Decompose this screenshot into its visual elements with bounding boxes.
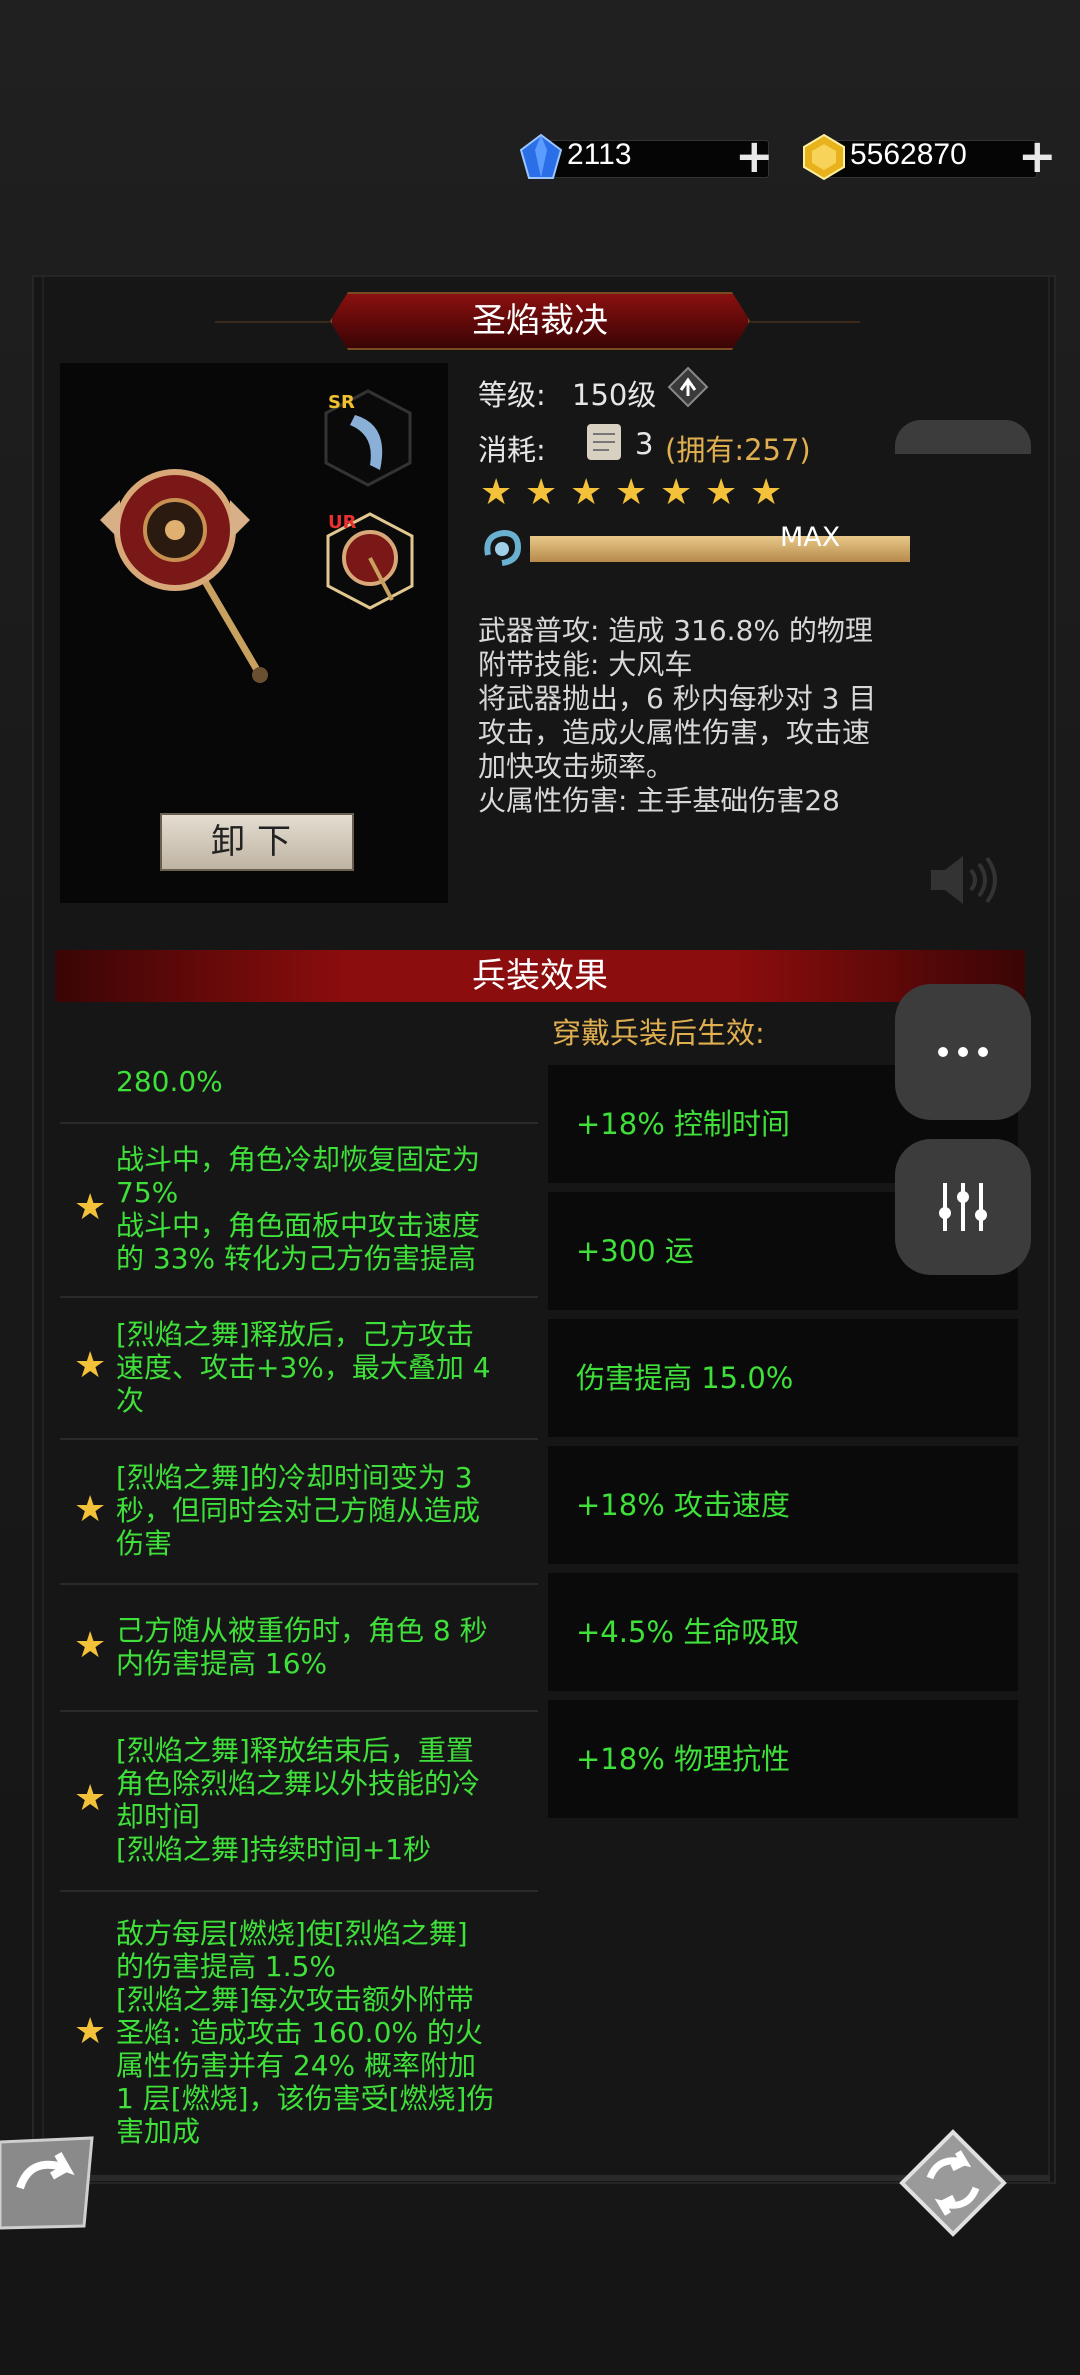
cost-count: 3 bbox=[635, 427, 654, 461]
star-icon: ★ bbox=[74, 1778, 107, 1819]
title-line-right bbox=[750, 321, 860, 323]
bonus-stat-text: +4.5% 生命吸取 bbox=[576, 1615, 800, 1649]
gold-value: 5562870 bbox=[850, 138, 967, 171]
star-icon: ★ bbox=[74, 1488, 107, 1530]
star-icon: ★ bbox=[570, 472, 603, 513]
star-icon: ★ bbox=[705, 472, 738, 513]
star-icon: ★ bbox=[660, 472, 693, 513]
level-label: 等级: bbox=[478, 378, 546, 412]
equalizer-icon bbox=[939, 1183, 987, 1231]
item-name: 圣焰裁决 bbox=[472, 301, 608, 341]
equalizer-button[interactable] bbox=[895, 1139, 1031, 1275]
add-gold-button[interactable]: + bbox=[1018, 133, 1057, 179]
effect-text: 敌方每层[燃烧]使[烈焰之舞] 的伤害提高 1.5% [烈焰之舞]每次攻击额外附… bbox=[116, 1917, 495, 2148]
bonus-stat-text: +300 运 bbox=[576, 1234, 694, 1268]
cost-label: 消耗: bbox=[478, 433, 546, 467]
level-value: 150级 bbox=[572, 378, 657, 412]
bonus-stat-text: 伤害提高 15.0% bbox=[576, 1361, 794, 1395]
volume-icon bbox=[931, 856, 997, 904]
weapon-image bbox=[100, 469, 268, 683]
bonus-stat-text: +18% 攻击速度 bbox=[576, 1488, 790, 1522]
bonus-stat: +18% 攻击速度 bbox=[548, 1446, 1018, 1564]
add-diamond-button[interactable]: + bbox=[735, 133, 774, 179]
item-title-banner: 圣焰裁决 bbox=[330, 292, 750, 350]
effect-row: [烈焰之舞]释放后，己方攻击 速度、攻击+3%，最大叠加 4 次 ★ bbox=[60, 1296, 538, 1440]
more-button[interactable] bbox=[895, 984, 1031, 1120]
gold-counter: 5562870 + bbox=[800, 132, 1080, 182]
effect-text: [烈焰之舞]释放结束后，重置 角色除烈焰之舞以外技能的冷 却时间 [烈焰之舞]持… bbox=[116, 1734, 481, 1866]
star-icon: ★ bbox=[525, 472, 558, 513]
star-icon: ★ bbox=[750, 472, 783, 513]
bonus-stat: 伤害提高 15.0% bbox=[548, 1319, 1018, 1437]
star-icon: ★ bbox=[74, 2010, 107, 2052]
star-icon: ★ bbox=[74, 1624, 107, 1666]
volume-level-fill bbox=[895, 420, 1031, 454]
unequip-button[interactable]: 卸下 bbox=[160, 813, 354, 871]
star-rating: ★ ★ ★ ★ ★ ★ ★ bbox=[480, 475, 786, 511]
diamond-value: 2113 bbox=[567, 138, 632, 171]
scroll-icon bbox=[587, 424, 621, 460]
gold-icon bbox=[803, 133, 845, 181]
star-icon: ★ bbox=[74, 1345, 107, 1386]
sr-label: SR bbox=[328, 392, 355, 413]
bonus-stat-text: +18% 物理抗性 bbox=[576, 1742, 790, 1776]
effects-banner: 兵装效果 bbox=[55, 950, 1025, 1002]
weapon-description: 武器普攻: 造成 316.8% 的物理 附带技能: 大风车 将武器抛出，6 秒内… bbox=[478, 614, 877, 817]
back-arrow-icon[interactable] bbox=[0, 2132, 100, 2232]
awaken-icon bbox=[484, 529, 522, 566]
level-up-icon[interactable] bbox=[667, 366, 709, 408]
wear-effect-label: 穿戴兵装后生效: bbox=[552, 1016, 765, 1050]
ur-label: UR bbox=[328, 512, 357, 533]
bonus-stat: +4.5% 生命吸取 bbox=[548, 1573, 1018, 1691]
swap-icon[interactable] bbox=[898, 2128, 1008, 2238]
effect-row: 己方随从被重伤时，角色 8 秒 内伤害提高 16% ★ bbox=[60, 1583, 538, 1712]
effect-row: 战斗中，角色冷却恢复固定为 75% 战斗中，角色面板中攻击速度 的 33% 转化… bbox=[60, 1122, 538, 1298]
level-progress-bar bbox=[530, 536, 910, 562]
effect-row: [烈焰之舞]的冷却时间变为 3 秒，但同时会对己方随从造成 伤害 ★ bbox=[60, 1438, 538, 1585]
effect-text: 280.0% bbox=[116, 1064, 223, 1098]
effect-text: [烈焰之舞]释放后，己方攻击 速度、攻击+3%，最大叠加 4 次 bbox=[116, 1317, 491, 1417]
cost-owned: (拥有:257) bbox=[665, 433, 811, 467]
effect-text: [烈焰之舞]的冷却时间变为 3 秒，但同时会对己方随从造成 伤害 bbox=[116, 1461, 481, 1560]
star-icon: ★ bbox=[615, 472, 648, 513]
effects-title: 兵装效果 bbox=[472, 956, 608, 996]
effect-text: 战斗中，角色冷却恢复固定为 75% 战斗中，角色面板中攻击速度 的 33% 转化… bbox=[116, 1143, 481, 1275]
max-label: MAX bbox=[780, 522, 841, 553]
effect-row: 敌方每层[燃烧]使[烈焰之舞] 的伤害提高 1.5% [烈焰之舞]每次攻击额外附… bbox=[60, 1890, 538, 2177]
effect-text: 己方随从被重伤时，角色 8 秒 内伤害提高 16% bbox=[116, 1613, 488, 1680]
star-icon: ★ bbox=[74, 1187, 107, 1228]
bonus-stat: +18% 物理抗性 bbox=[548, 1700, 1018, 1818]
more-icon bbox=[938, 1047, 988, 1057]
bonus-stat-text: +18% 控制时间 bbox=[576, 1107, 790, 1141]
diamond-icon bbox=[519, 133, 563, 179]
star-icon: ★ bbox=[480, 472, 513, 513]
title-line-left bbox=[215, 321, 330, 323]
effect-row: 280.0% bbox=[60, 1040, 538, 1124]
effect-row: [烈焰之舞]释放结束后，重置 角色除烈焰之舞以外技能的冷 却时间 [烈焰之舞]持… bbox=[60, 1710, 538, 1892]
